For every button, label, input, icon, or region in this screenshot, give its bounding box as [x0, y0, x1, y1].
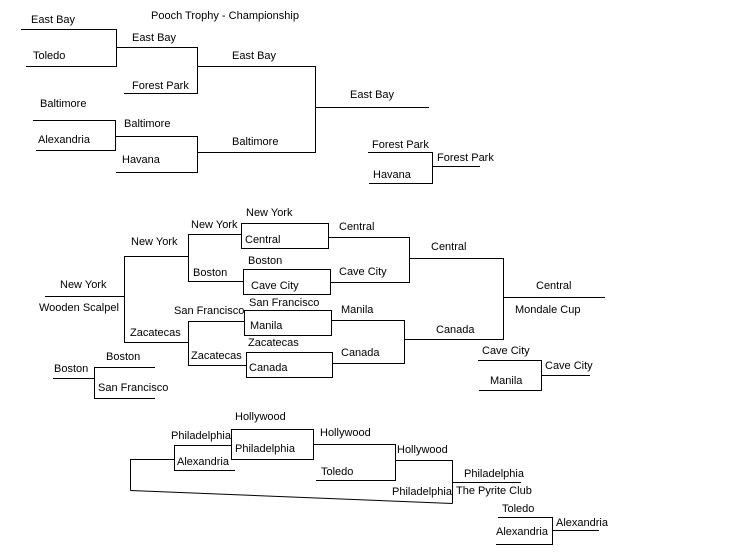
team-label: Cave City: [482, 345, 530, 357]
winner-label: Forest Park: [437, 152, 494, 164]
team-label: Havana: [122, 154, 160, 166]
team-label: Forest Park: [132, 80, 189, 92]
team-label: Canada: [341, 347, 380, 359]
bracket-line: [130, 459, 175, 491]
team-label: Central: [431, 241, 467, 253]
team-label: Alexandria: [38, 134, 90, 146]
team-label: Toledo: [502, 503, 535, 515]
team-label: Toledo: [33, 50, 66, 62]
trophy-name: Mondale Cup: [515, 304, 581, 316]
team-label: Cave City: [339, 266, 387, 278]
team-label: Baltimore: [232, 136, 279, 148]
team-label: Hollywood: [235, 411, 286, 423]
team-label: Alexandria: [177, 456, 229, 468]
team-label: Zacatecas: [191, 350, 242, 362]
team-label: Canada: [249, 362, 288, 374]
team-label: New York: [60, 279, 107, 291]
team-label: New York: [131, 236, 178, 248]
page-title: Pooch Trophy - Championship: [151, 10, 299, 22]
team-label: Baltimore: [124, 118, 171, 130]
champion-label: Central: [536, 280, 572, 292]
team-label: Hollywood: [397, 444, 448, 456]
team-label: Toledo: [321, 466, 354, 478]
bracket-diagram: Pooch Trophy - Championship East Bay Tol…: [0, 0, 736, 554]
team-label: Central: [339, 221, 375, 233]
team-label: Boston: [248, 255, 283, 267]
team-label: New York: [191, 219, 238, 231]
team-label: Manila: [250, 320, 283, 332]
team-label: Manila: [341, 304, 374, 316]
team-label: New York: [246, 207, 293, 219]
winner-label: Alexandria: [556, 517, 608, 529]
team-label: Baltimore: [40, 98, 87, 110]
team-label: Central: [245, 234, 281, 246]
team-label: Boston: [106, 351, 141, 363]
team-label: Forest Park: [372, 139, 429, 151]
champion-label: East Bay: [350, 89, 395, 101]
team-label: Alexandria: [496, 526, 548, 538]
team-label: San Francisco: [249, 297, 320, 309]
team-label: East Bay: [232, 50, 277, 62]
trophy-name: The Pyrite Club: [456, 485, 532, 497]
team-label: East Bay: [132, 32, 177, 44]
team-label: Boston: [193, 267, 228, 279]
team-label: Philadelphia: [235, 443, 295, 455]
team-label: Wooden Scalpel: [39, 302, 119, 314]
team-label: Canada: [436, 324, 475, 336]
champion-label: Philadelphia: [464, 468, 524, 480]
winner-label: Cave City: [545, 360, 593, 372]
team-label: Zacatecas: [130, 327, 181, 339]
team-label: Philadelphia: [171, 430, 231, 442]
team-label: Cave City: [251, 280, 299, 292]
team-label: Philadelphia: [392, 486, 452, 498]
team-label: East Bay: [31, 14, 76, 26]
team-label: Hollywood: [320, 427, 371, 439]
team-label: Havana: [373, 169, 411, 181]
team-label: Boston: [54, 363, 89, 375]
team-label: San Francisco: [174, 305, 245, 317]
team-label: San Francisco: [98, 382, 169, 394]
team-label: Manila: [490, 375, 523, 387]
team-label: Zacatecas: [248, 337, 299, 349]
